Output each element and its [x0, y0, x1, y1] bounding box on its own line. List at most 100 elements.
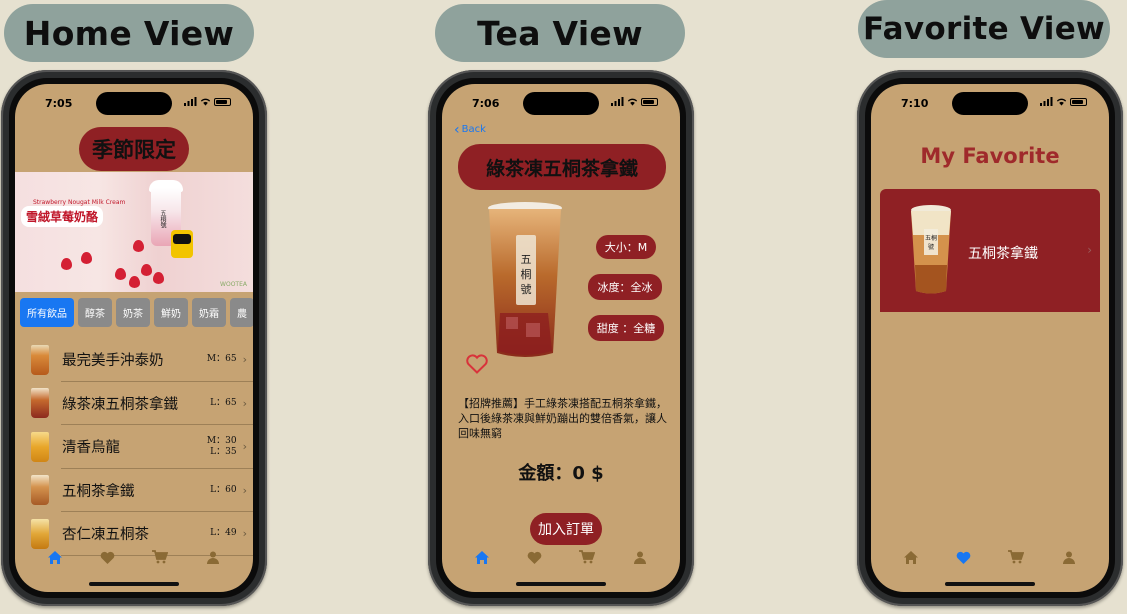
- chevron-right-icon: ›: [1087, 243, 1092, 257]
- strawberry-icon: [81, 252, 92, 264]
- category-chip[interactable]: 所有飲品: [20, 298, 74, 327]
- tea-screen: 7:06 ‹ Back 綠茶凍五桐茶拿鐵 五 桐 號 大小：M 冰度：全冰 甜度…: [442, 84, 680, 592]
- category-chip[interactable]: 鮮奶: [154, 298, 188, 327]
- signal-icon: [1040, 97, 1053, 106]
- favorite-item-name: 五桐茶拿鐵: [968, 246, 1038, 262]
- favorite-heart-icon[interactable]: [466, 354, 488, 374]
- page-title: My Favorite: [920, 144, 1060, 168]
- strawberry-icon: [61, 258, 72, 270]
- house-icon[interactable]: [902, 548, 920, 566]
- category-tabs: 所有飲品 醇茶 奶茶 鮮奶 奶霜 農: [20, 298, 253, 327]
- sugar-option[interactable]: 甜度 ：全糖: [588, 315, 664, 341]
- chevron-right-icon: ›: [242, 483, 247, 497]
- heart-icon[interactable]: [526, 548, 544, 566]
- home-phone: 7:05 季節限定 Strawberry Nougat Milk Cream 雪…: [1, 70, 267, 606]
- status-icons: [611, 97, 658, 106]
- page-title: 綠茶凍五桐茶拿鐵: [458, 144, 666, 190]
- chevron-right-icon: ›: [242, 440, 247, 454]
- category-chip[interactable]: 醇茶: [78, 298, 112, 327]
- home-screen: 7:05 季節限定 Strawberry Nougat Milk Cream 雪…: [15, 84, 253, 592]
- tab-bar: [15, 544, 253, 570]
- list-item[interactable]: 綠茶凍五桐茶拿鐵 L：65 ›: [15, 382, 253, 426]
- list-item[interactable]: 最完美手沖泰奶 M：65 ›: [15, 338, 253, 382]
- svg-text:五桐: 五桐: [925, 234, 937, 242]
- strawberry-icon: [133, 240, 144, 252]
- tea-view-label: Tea View: [435, 4, 685, 62]
- drink-thumbnail: [31, 344, 49, 375]
- category-chip[interactable]: 農: [230, 298, 253, 327]
- ice-option[interactable]: 冰度：全冰: [588, 274, 662, 300]
- banner-headline: 雪絨草莓奶酪: [21, 206, 104, 227]
- person-icon[interactable]: [204, 548, 222, 566]
- drink-price: L：65: [210, 397, 237, 408]
- tab-bar: [871, 544, 1109, 570]
- cart-icon[interactable]: [578, 548, 596, 566]
- house-icon[interactable]: [46, 548, 64, 566]
- drink-thumbnail: [31, 388, 49, 419]
- tab-bar: [442, 544, 680, 570]
- home-view-label: Home View: [4, 4, 254, 62]
- size-option[interactable]: 大小：M: [596, 235, 656, 259]
- status-time: 7:05: [45, 97, 73, 110]
- list-item[interactable]: 五桐茶拿鐵 L：60 ›: [15, 469, 253, 513]
- drink-price: L：49: [210, 528, 237, 539]
- home-indicator: [945, 582, 1035, 586]
- page-title: 季節限定: [79, 127, 189, 171]
- drink-name: 杏仁凍五桐茶: [62, 527, 149, 544]
- dynamic-island: [96, 92, 172, 115]
- drink-name: 五桐茶拿鐵: [62, 483, 135, 500]
- battery-icon: [214, 97, 231, 106]
- drink-description: 【招牌推薦】手工綠茶凍搭配五桐茶拿鐵，入口後綠茶凍與鮮奶蹦出的雙倍香氣，讓人回味…: [458, 397, 667, 440]
- battery-icon: [641, 97, 658, 106]
- banner-cup-label: 五桐號: [159, 210, 166, 228]
- favorite-phone: 7:10 My Favorite 五桐 號 五桐茶拿鐵 ›: [857, 70, 1123, 606]
- svg-text:號: 號: [521, 283, 532, 296]
- home-indicator: [516, 582, 606, 586]
- person-icon[interactable]: [1060, 548, 1078, 566]
- signal-icon: [611, 97, 624, 106]
- category-chip[interactable]: 奶霜: [192, 298, 226, 327]
- cart-icon[interactable]: [1007, 548, 1025, 566]
- cart-icon[interactable]: [151, 548, 169, 566]
- price-total: 金額：0 $: [518, 463, 604, 484]
- banner-brand: WOOTEA: [220, 281, 247, 288]
- status-time: 7:06: [472, 97, 500, 110]
- drink-image: 五 桐 號: [488, 202, 562, 357]
- drink-name: 綠茶凍五桐茶拿鐵: [62, 396, 178, 413]
- promo-banner[interactable]: Strawberry Nougat Milk Cream 雪絨草莓奶酪 五桐號 …: [15, 172, 253, 292]
- drink-name: 最完美手沖泰奶: [62, 353, 164, 370]
- dynamic-island: [523, 92, 599, 115]
- mascot-face: [173, 234, 191, 244]
- svg-text:五: 五: [521, 253, 532, 266]
- drink-thumbnail: [31, 431, 49, 462]
- chevron-right-icon: ›: [242, 527, 247, 541]
- wifi-icon: [200, 98, 211, 106]
- strawberry-icon: [115, 268, 126, 280]
- svg-text:桐: 桐: [521, 267, 532, 281]
- wifi-icon: [1056, 98, 1067, 106]
- back-button[interactable]: ‹ Back: [454, 123, 486, 137]
- drink-thumbnail: [31, 475, 49, 506]
- person-icon[interactable]: [631, 548, 649, 566]
- chevron-right-icon: ›: [242, 353, 247, 367]
- home-indicator: [89, 582, 179, 586]
- signal-icon: [184, 97, 197, 106]
- house-icon[interactable]: [473, 548, 491, 566]
- heart-icon[interactable]: [99, 548, 117, 566]
- heart-icon[interactable]: [955, 548, 973, 566]
- back-label: Back: [461, 124, 486, 135]
- favorite-view-label: Favorite View: [858, 0, 1110, 58]
- favorite-item[interactable]: 五桐 號 五桐茶拿鐵 ›: [880, 189, 1100, 312]
- favorite-screen: 7:10 My Favorite 五桐 號 五桐茶拿鐵 ›: [871, 84, 1109, 592]
- status-icons: [184, 97, 231, 106]
- strawberry-icon: [129, 276, 140, 288]
- banner-subline: Strawberry Nougat Milk Cream: [33, 199, 126, 206]
- status-icons: [1040, 97, 1087, 106]
- list-item[interactable]: 清香烏龍 M：30 L：35 ›: [15, 425, 253, 469]
- wifi-icon: [627, 98, 638, 106]
- tea-phone: 7:06 ‹ Back 綠茶凍五桐茶拿鐵 五 桐 號 大小：M 冰度：全冰 甜度…: [428, 70, 694, 606]
- drink-thumbnail: 五桐 號: [911, 205, 951, 294]
- add-to-order-button[interactable]: 加入訂單: [530, 513, 602, 545]
- svg-text:號: 號: [928, 243, 934, 251]
- category-chip[interactable]: 奶茶: [116, 298, 150, 327]
